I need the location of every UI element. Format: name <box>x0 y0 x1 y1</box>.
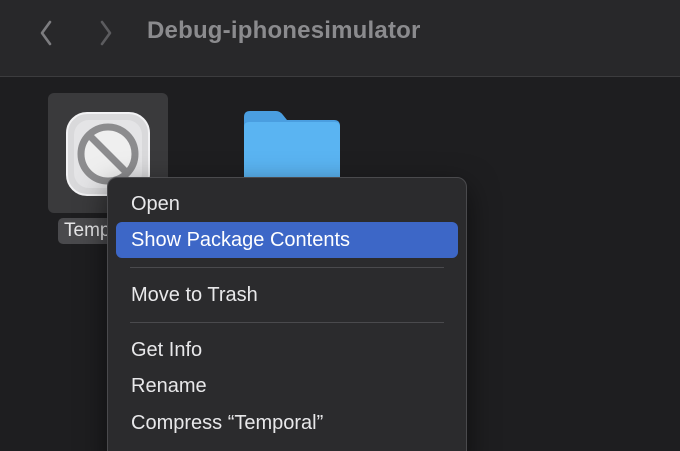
window-title: Debug-iphonesimulator <box>147 17 421 44</box>
forward-button[interactable] <box>91 18 121 48</box>
menu-separator <box>130 322 444 323</box>
menu-item-move-to-trash[interactable]: Move to Trash <box>116 277 458 313</box>
menu-item-get-info[interactable]: Get Info <box>116 332 458 368</box>
chevron-left-icon <box>40 20 52 46</box>
menu-item-open[interactable]: Open <box>116 186 458 222</box>
toolbar: Debug-iphonesimulator <box>0 0 680 77</box>
menu-item-show-package-contents[interactable]: Show Package Contents <box>116 222 458 258</box>
folder-item[interactable] <box>238 107 344 187</box>
menu-item-compress[interactable]: Compress “Temporal” <box>116 405 458 441</box>
folder-icon <box>244 111 340 187</box>
chevron-right-icon <box>100 20 112 46</box>
back-button[interactable] <box>31 18 61 48</box>
finder-window: Debug-iphonesimulator Temp Open Show Pac… <box>0 0 680 451</box>
menu-item-rename[interactable]: Rename <box>116 368 458 404</box>
menu-separator <box>130 267 444 268</box>
context-menu: Open Show Package Contents Move to Trash… <box>107 177 467 451</box>
